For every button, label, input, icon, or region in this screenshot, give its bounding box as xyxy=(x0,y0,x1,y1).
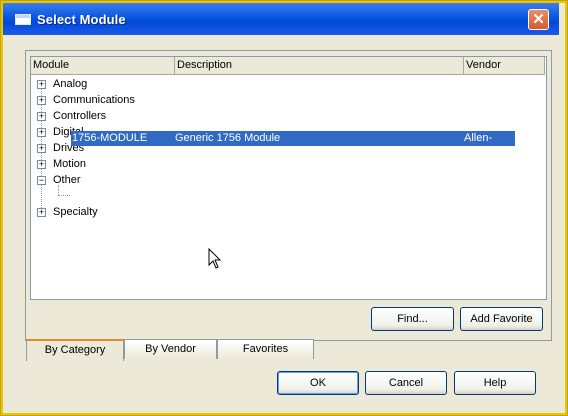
expand-icon[interactable]: + xyxy=(37,80,46,89)
module-list[interactable]: Module Description Vendor + Analog + Com… xyxy=(30,56,547,300)
expand-icon[interactable]: + xyxy=(37,144,46,153)
tree-node-label: Specialty xyxy=(53,206,98,218)
tree-node-specialty[interactable]: + Specialty xyxy=(31,204,546,220)
expand-icon[interactable]: + xyxy=(37,128,46,137)
add-favorite-button[interactable]: Add Favorite xyxy=(460,307,543,331)
tab-favorites[interactable]: Favorites xyxy=(217,339,314,359)
tab-by-category[interactable]: By Category xyxy=(26,339,124,361)
title-bar[interactable]: Select Module xyxy=(3,3,559,35)
tab-by-vendor[interactable]: By Vendor xyxy=(124,339,217,359)
arrow-cursor-icon xyxy=(208,248,222,269)
ok-button[interactable]: OK xyxy=(277,371,359,395)
close-icon: ✕ xyxy=(532,11,545,28)
module-description: Generic 1756 Module xyxy=(175,132,281,144)
cancel-button[interactable]: Cancel xyxy=(365,371,447,395)
expand-icon[interactable]: + xyxy=(37,208,46,217)
close-button[interactable]: ✕ xyxy=(528,9,549,30)
tree-line xyxy=(58,195,70,196)
tree-node-label: Communications xyxy=(53,94,135,106)
tree-node-analog[interactable]: + Analog xyxy=(31,76,546,92)
column-header-description[interactable]: Description xyxy=(175,57,464,75)
module-vendor: Allen-Bradley xyxy=(464,132,502,159)
window-icon xyxy=(15,14,31,25)
help-button[interactable]: Help xyxy=(454,371,536,395)
tree-node-label: Analog xyxy=(53,78,88,90)
collapse-icon[interactable]: − xyxy=(37,176,46,185)
column-header-module[interactable]: Module xyxy=(31,57,175,75)
tree-node-other[interactable]: − Other xyxy=(31,172,546,188)
tree-node-label: Other xyxy=(53,174,81,186)
tree-node-label: Motion xyxy=(53,158,87,170)
tree-node-communications[interactable]: + Communications xyxy=(31,92,546,108)
expand-icon[interactable]: + xyxy=(37,96,46,105)
tree-node-label: Controllers xyxy=(53,110,107,122)
column-header-vendor[interactable]: Vendor xyxy=(464,57,545,75)
expand-icon[interactable]: + xyxy=(37,112,46,121)
tree-node-controllers[interactable]: + Controllers xyxy=(31,108,546,124)
selected-module-row[interactable]: 1756-MODULE Generic 1756 Module Allen-Br… xyxy=(71,131,515,159)
window-title: Select Module xyxy=(37,12,126,27)
expand-icon[interactable]: + xyxy=(37,160,46,169)
find-button[interactable]: Find... xyxy=(371,307,454,331)
module-name: 1756-MODULE xyxy=(72,132,148,144)
